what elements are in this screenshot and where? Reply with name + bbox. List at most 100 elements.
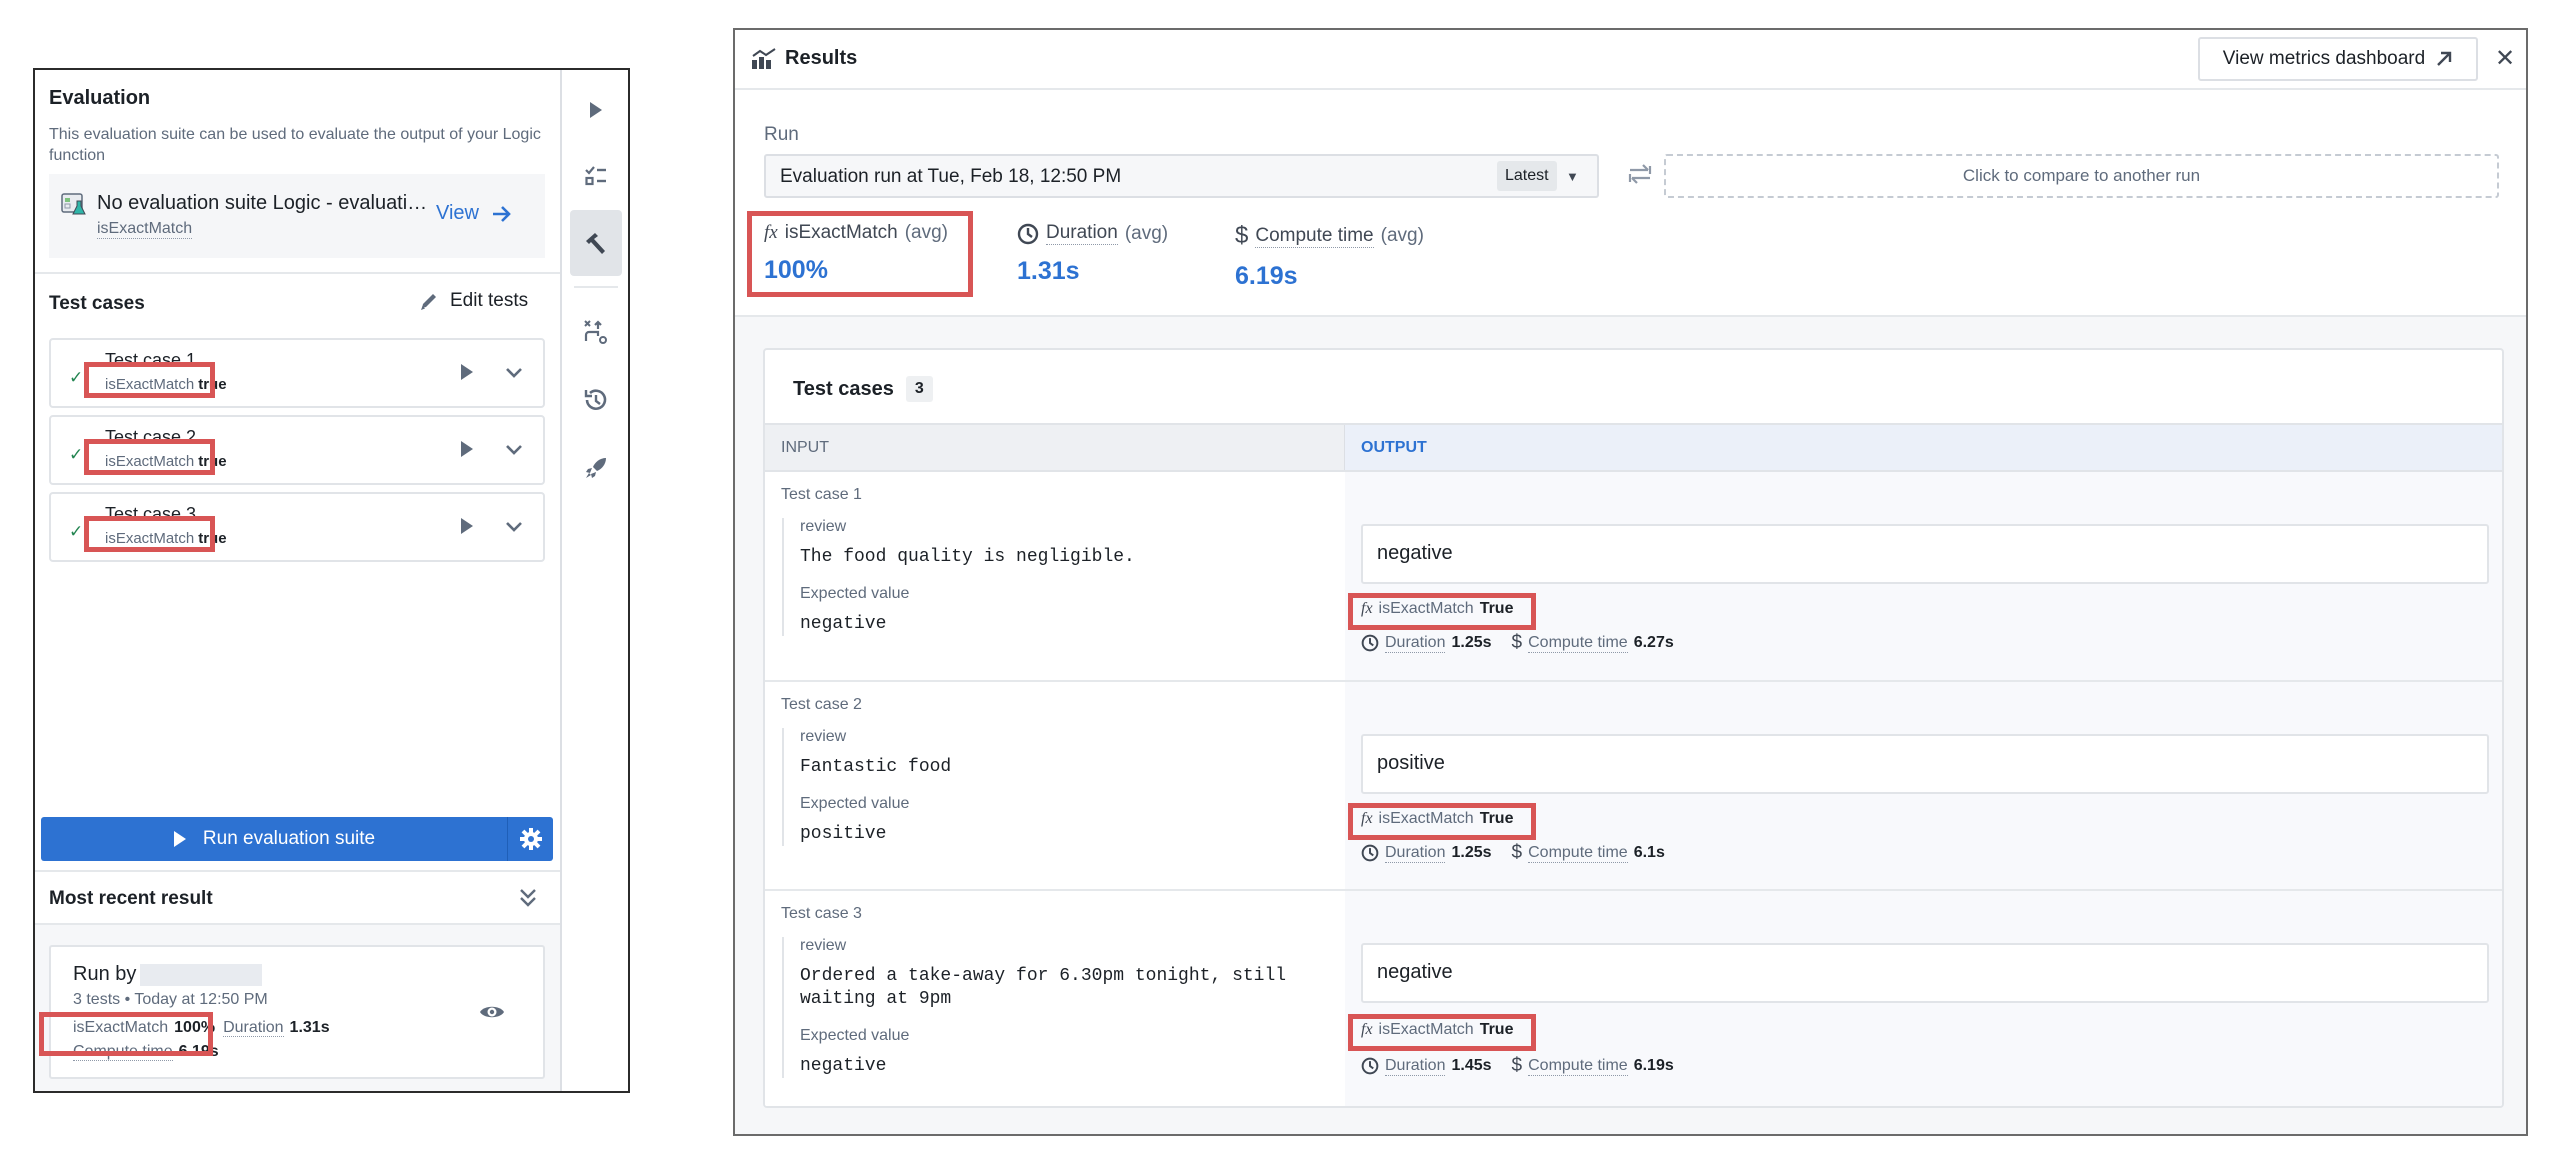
hammer-icon	[586, 233, 605, 254]
metrics-dashboard-label: View metrics dashboard	[2222, 48, 2426, 69]
duration-value: 1.25s	[1451, 634, 1492, 651]
expand-test-case-button[interactable]	[505, 520, 523, 538]
dollar-icon: $	[1511, 632, 1523, 653]
results-title: Results	[785, 47, 858, 69]
output-cell: positive fx isExactMatch True Duration 1.25…	[1345, 682, 2502, 889]
duration-label[interactable]: Duration	[1385, 844, 1446, 863]
check-icon: ✓	[69, 368, 84, 387]
clock-icon	[1361, 1057, 1379, 1075]
history-icon	[584, 389, 607, 410]
field-value: The food quality is negligible.	[800, 547, 1135, 567]
run-select[interactable]: Evaluation run at Tue, Feb 18, 12:50 PM …	[764, 154, 1599, 198]
output-column-header: OUTPUT	[1345, 425, 2502, 470]
view-label: View	[436, 202, 479, 224]
test-cases-heading: Test cases	[49, 293, 145, 314]
view-metrics-dashboard-button[interactable]: View metrics dashboard	[2198, 37, 2478, 81]
close-icon: ✕	[2495, 45, 2516, 72]
evaluation-suite-icon	[61, 192, 87, 221]
output-stats: Duration 1.25s $ Compute time 6.1s	[1361, 842, 1679, 864]
chevron-down-icon	[506, 368, 522, 378]
evaluation-panel: Evaluation This evaluation suite can be …	[33, 68, 630, 1093]
sidebar-run[interactable]	[570, 84, 622, 136]
input-column-header: INPUT	[765, 425, 1345, 470]
highlight-box	[1348, 593, 1536, 630]
duration-value: 1.25s	[1451, 844, 1492, 861]
collapse-recent-button[interactable]	[519, 888, 537, 913]
check-icon: ✓	[69, 445, 84, 464]
view-run-button[interactable]	[479, 1003, 505, 1026]
suite-function-link[interactable]: isExactMatch	[97, 220, 193, 239]
stat-suffix: (avg)	[1124, 222, 1169, 244]
run-test-case-button[interactable]	[459, 362, 475, 387]
sidebar-deploy[interactable]	[570, 442, 622, 494]
compute-value: 6.27s	[1633, 634, 1674, 651]
duration-label[interactable]: Duration	[1385, 634, 1446, 653]
field-value: Ordered a take-away for 6.30pm tonight, …	[800, 966, 1287, 1009]
dollar-icon: $	[1511, 842, 1523, 863]
output-stats: Duration 1.45s $ Compute time 6.19s	[1361, 1055, 1688, 1077]
run-by-label: Run by	[73, 963, 137, 985]
run-evaluation-suite-button[interactable]: Run evaluation suite	[41, 817, 553, 861]
highlight-box	[1348, 803, 1536, 840]
compute-label[interactable]: Compute time	[1528, 1057, 1628, 1076]
expected-label: Expected value	[800, 795, 910, 812]
stat-value: 6.19s	[1235, 262, 1298, 290]
caret-down-icon: ▼	[1566, 169, 1579, 184]
table-header: INPUT OUTPUT	[765, 423, 2502, 472]
check-icon: ✓	[69, 522, 84, 541]
compare-run-dropzone[interactable]: Click to compare to another run	[1664, 154, 2499, 198]
output-value: positive	[1361, 734, 2489, 794]
highlight-box	[39, 1012, 213, 1056]
input-cell: Test case 1 review The food quality is n…	[765, 472, 1345, 680]
sidebar-history[interactable]	[570, 374, 622, 426]
duration-value: 1.45s	[1451, 1057, 1492, 1074]
sidebar	[562, 70, 628, 1091]
field-label: review	[800, 937, 847, 954]
test-count-badge: 3	[905, 376, 933, 402]
stat-compute: $ Compute time (avg) 6.19s	[1235, 222, 1424, 291]
swap-icon	[1628, 164, 1652, 184]
sidebar-build[interactable]	[570, 210, 622, 276]
external-link-icon	[2437, 51, 2452, 66]
swap-runs-button[interactable]	[1627, 162, 1653, 191]
highlight-box	[84, 516, 215, 552]
run-settings-button[interactable]	[507, 817, 553, 861]
compute-label[interactable]: Compute time	[1528, 634, 1628, 653]
compute-label[interactable]: Compute time	[1528, 844, 1628, 863]
panel-description: This evaluation suite can be used to eva…	[49, 126, 541, 164]
pencil-icon	[421, 294, 436, 310]
expand-test-case-button[interactable]	[505, 443, 523, 461]
run-evaluation-main[interactable]: Run evaluation suite	[41, 817, 507, 861]
chart-trend-icon	[751, 48, 777, 75]
evaluation-suite-card: No evaluation suite Logic - evaluati… is…	[49, 174, 545, 258]
highlight-box	[1348, 1014, 1536, 1051]
results-panel: Results View metrics dashboard ✕ Run Eva…	[733, 28, 2528, 1136]
compute-value: 6.1s	[1633, 844, 1665, 861]
expected-label: Expected value	[800, 585, 910, 602]
arrow-right-icon	[493, 205, 511, 222]
close-button[interactable]: ✕	[2495, 44, 2515, 73]
sidebar-checklist[interactable]	[570, 150, 622, 202]
output-cell: negative fx isExactMatch True Duration 1.45…	[1345, 891, 2502, 1106]
run-test-case-button[interactable]	[459, 439, 475, 464]
input-cell: Test case 3 review Ordered a take-away f…	[765, 891, 1345, 1106]
table-row: Test case 1 review The food quality is n…	[765, 472, 2502, 682]
field-label: review	[800, 518, 847, 535]
stat-name[interactable]: Duration	[1046, 222, 1118, 245]
recent-result-area: Run by 3 tests • Today at 12:50 PM isExa…	[35, 925, 560, 1091]
edit-tests-button[interactable]: Edit tests	[418, 290, 528, 312]
expected-value: negative	[800, 1056, 887, 1076]
stat-duration: Duration (avg) 1.31s	[1017, 222, 1168, 286]
chevron-down-icon	[506, 522, 522, 532]
compute-value: 6.19s	[1633, 1057, 1674, 1074]
run-test-case-button[interactable]	[459, 516, 475, 541]
sidebar-variables[interactable]	[570, 306, 622, 358]
expand-test-case-button[interactable]	[505, 366, 523, 384]
checklist-icon	[585, 166, 606, 186]
highlight-box	[747, 211, 973, 297]
duration-label[interactable]: Duration	[1385, 1057, 1446, 1076]
stat-name[interactable]: Compute time	[1255, 225, 1374, 248]
field-value: Fantastic food	[800, 757, 952, 777]
view-suite-button[interactable]: View	[436, 202, 513, 225]
table-title-label: Test cases	[793, 377, 894, 400]
